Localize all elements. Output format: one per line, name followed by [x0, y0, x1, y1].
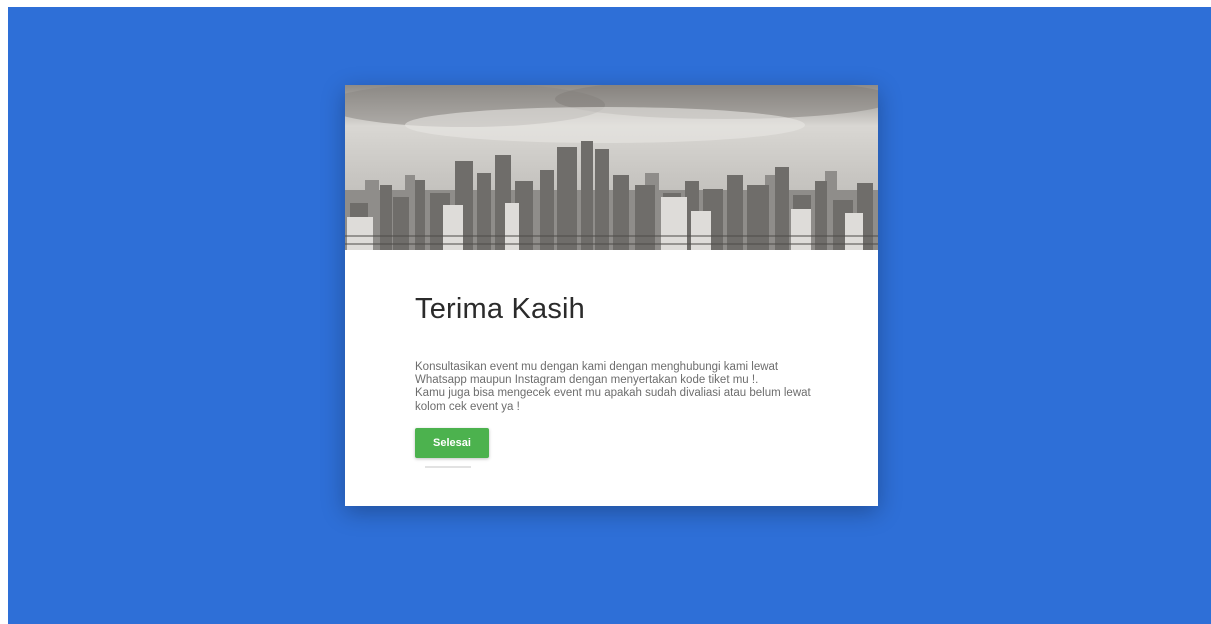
finish-button[interactable]: Selesai — [415, 427, 489, 458]
hero-image — [345, 85, 878, 250]
button-shadow-divider — [425, 465, 471, 468]
thank-you-card: Terima Kasih Konsultasikan event mu deng… — [345, 85, 878, 506]
city-skyline-image — [345, 85, 878, 250]
card-content: Terima Kasih Konsultasikan event mu deng… — [415, 293, 815, 468]
message-text: Konsultasikan event mu dengan kami denga… — [415, 361, 811, 413]
page-title: Terima Kasih — [415, 293, 586, 325]
page-background: Terima Kasih Konsultasikan event mu deng… — [8, 7, 1211, 624]
